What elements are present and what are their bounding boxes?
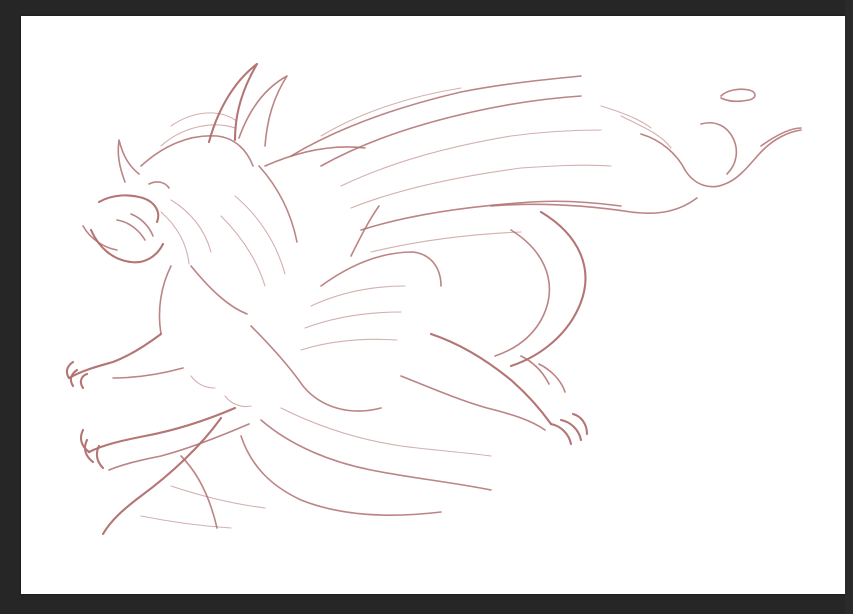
- wing-top-feather-5: [370, 231, 522, 253]
- second-leg-back-stroke: [108, 423, 250, 471]
- wing-low-feather-3: [280, 407, 492, 457]
- wing-top-leading-edge: [290, 75, 582, 157]
- body-contour-stroke: [220, 195, 286, 287]
- chest-stroke: [190, 265, 248, 315]
- hind-claw-stroke: [549, 412, 589, 446]
- wing-top-feather-1: [320, 95, 582, 167]
- body-top-stroke: [264, 146, 366, 167]
- wing-low-feather-6: [180, 455, 218, 529]
- drawing-canvas[interactable]: [21, 16, 845, 594]
- front-leg-upper-stroke: [67, 332, 163, 380]
- window-edge: [845, 0, 853, 614]
- tail-fire-fringe: [600, 105, 672, 149]
- tail-inner-stroke: [494, 229, 551, 357]
- sketch-strokes: [65, 62, 802, 536]
- horn-front-stroke: [117, 139, 140, 183]
- wing-low-feather-2: [260, 419, 492, 491]
- body-belly-stroke: [250, 325, 382, 412]
- tail-fire-stroke-2: [700, 122, 738, 175]
- front-leg-lower-stroke: [112, 367, 184, 379]
- wing-mid-feather-1: [310, 285, 406, 307]
- cheek-stroke: [160, 199, 212, 265]
- horn-back-stroke: [207, 62, 259, 144]
- tail-fire-curl: [720, 88, 756, 103]
- wing-mid-arc: [320, 251, 442, 287]
- hind-leg-bottom-stroke: [400, 375, 546, 431]
- wing-mid-feather-2: [304, 311, 402, 329]
- head-top-stroke: [140, 135, 254, 167]
- wing-low-feather-1: [240, 435, 442, 516]
- neck-back-stroke: [258, 165, 298, 243]
- snout-stroke: [97, 194, 160, 224]
- second-claw-stroke: [79, 428, 105, 470]
- mouth-stroke: [116, 213, 154, 241]
- wing-low-feather-5: [140, 515, 232, 529]
- neck-front-stroke: [158, 265, 172, 335]
- hind-foot-stroke: [520, 355, 566, 393]
- tail-fire-stroke: [640, 129, 802, 188]
- wing-low-leading-edge: [101, 416, 223, 536]
- head-mane-stroke: [160, 112, 236, 147]
- eye-stroke: [148, 181, 170, 189]
- tail-top-stroke: [490, 197, 698, 215]
- sketch-artwork: [65, 62, 802, 536]
- hind-leg-top-stroke: [429, 332, 553, 426]
- wing-mid-feather-3: [300, 338, 398, 351]
- app-workspace: [0, 0, 853, 614]
- wing-low-feather-4: [170, 485, 266, 509]
- leg-fur-stroke: [190, 375, 252, 408]
- wing-mid-spur: [350, 205, 380, 257]
